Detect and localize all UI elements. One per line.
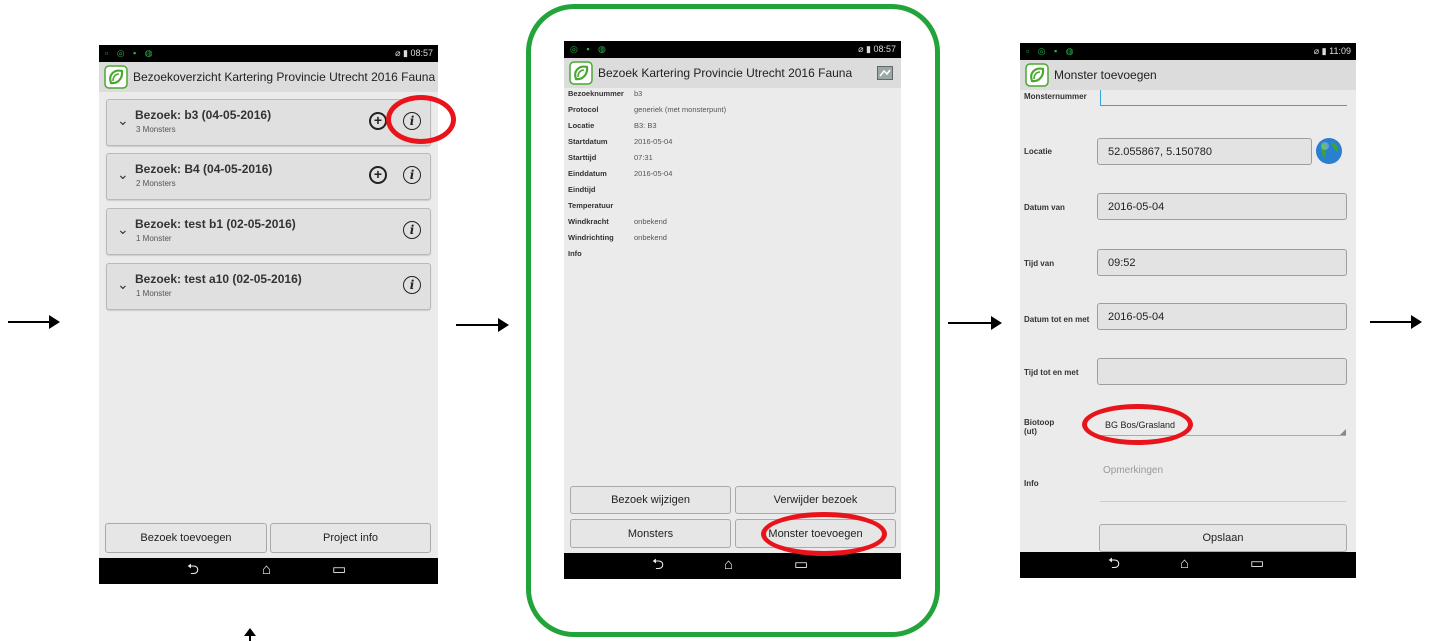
recents-icon[interactable]: ▭ [332, 562, 346, 578]
status-clock: ⌀ ▮ 08:57 [395, 48, 433, 58]
visit-title: Bezoek: B4 (04-05-2016) [135, 162, 273, 176]
home-icon[interactable]: ⌂ [262, 562, 271, 578]
delete-visit-button[interactable]: Verwijder bezoek [735, 486, 896, 514]
flow-arrow-1 [8, 315, 60, 329]
date-to-label: Datum tot en met [1024, 315, 1090, 324]
chevron-down-icon[interactable]: ⌄ [117, 166, 129, 183]
date-from-field[interactable]: 2016-05-04 [1097, 193, 1347, 220]
app-logo-icon [569, 61, 593, 85]
info-icon[interactable]: i [403, 221, 421, 239]
time-to-field[interactable] [1097, 358, 1347, 385]
sample-number-input[interactable] [1100, 90, 1347, 106]
status-bar: ▫ ◎ ▪ ◍ ⌀ ▮ 08:57 [99, 45, 438, 62]
time-to-label: Tijd tot en met [1024, 368, 1079, 377]
app-bar: Bezoekoverzicht Kartering Provincie Utre… [99, 62, 438, 92]
sample-number-label: Monsternummer [1024, 92, 1087, 101]
edit-visit-button[interactable]: Bezoek wijzigen [570, 486, 731, 514]
back-icon[interactable]: ⮌ [652, 557, 664, 573]
page-title: Monster toevoegen [1054, 68, 1157, 82]
plus-circle-icon[interactable]: + [369, 166, 387, 184]
project-info-button[interactable]: Project info [270, 523, 431, 553]
biotope-label: Biotoop (ut) [1024, 418, 1055, 436]
visit-card[interactable]: ⌄ Bezoek: test a10 (02-05-2016) 1 Monste… [106, 263, 431, 310]
recents-icon[interactable]: ▭ [794, 557, 808, 573]
visit-title: Bezoek: test b1 (02-05-2016) [135, 217, 296, 231]
add-visit-button[interactable]: Bezoek toevoegen [105, 523, 267, 553]
highlight-ring [1082, 404, 1193, 445]
nav-bar: ⮌ ⌂ ▭ [99, 558, 438, 584]
chevron-down-icon[interactable]: ⌄ [117, 221, 129, 238]
status-bar: ◎ ▪ ◍ ⌀ ▮ 08:57 [564, 41, 901, 58]
info-input[interactable]: Opmerkingen [1100, 461, 1346, 502]
location-label: Locatie [1024, 147, 1053, 156]
visit-card[interactable]: ⌄ Bezoek: test b1 (02-05-2016) 1 Monster… [106, 208, 431, 255]
nav-bar: ⮌ ⌂ ▭ [1020, 552, 1356, 578]
plus-circle-icon[interactable]: + [369, 112, 387, 130]
time-from-field[interactable]: 09:52 [1097, 249, 1347, 276]
status-time: 08:57 [410, 48, 433, 58]
visit-card[interactable]: ⌄ Bezoek: b3 (04-05-2016) 3 Monsters + i [106, 99, 431, 146]
status-time: 08:57 [873, 44, 896, 54]
flow-arrow-2 [456, 318, 509, 332]
page-title: Bezoekoverzicht Kartering Provincie Utre… [133, 70, 436, 84]
flow-arrow-4 [1370, 315, 1422, 329]
status-time: 11:09 [1329, 46, 1351, 56]
date-to-field[interactable]: 2016-05-04 [1097, 303, 1347, 330]
notification-icons: ◎ ▪ ◍ [570, 44, 609, 54]
page-title: Bezoek Kartering Provincie Utrecht 2016 … [598, 66, 853, 80]
visit-card[interactable]: ⌄ Bezoek: B4 (04-05-2016) 2 Monsters + i [106, 153, 431, 200]
app-bar: Monster toevoegen [1020, 60, 1356, 90]
app-logo-icon [104, 65, 128, 89]
samples-button[interactable]: Monsters [570, 519, 731, 548]
info-icon[interactable]: i [403, 276, 421, 294]
home-icon[interactable]: ⌂ [724, 557, 733, 573]
map-icon[interactable] [877, 66, 893, 80]
phone-add-sample: ▫ ◎ ▪ ◍ ⌀ ▮ 11:09 Monster toevoegen Mons… [1020, 43, 1356, 578]
phone-visit-details: ◎ ▪ ◍ ⌀ ▮ 08:57 Bezoek Kartering Provinc… [564, 41, 901, 579]
dropdown-corner-icon [1340, 429, 1346, 435]
recents-icon[interactable]: ▭ [1250, 556, 1264, 572]
flow-arrow-3 [948, 316, 1002, 330]
notification-icons: ▫ ◎ ▪ ◍ [105, 48, 156, 58]
chevron-down-icon[interactable]: ⌄ [117, 112, 129, 129]
visit-subtitle: 1 Monster [136, 289, 172, 298]
visit-title: Bezoek: b3 (04-05-2016) [135, 108, 272, 122]
status-bar: ▫ ◎ ▪ ◍ ⌀ ▮ 11:09 [1020, 43, 1356, 60]
date-from-label: Datum van [1024, 203, 1065, 212]
globe-icon[interactable] [1314, 136, 1344, 166]
status-clock: ⌀ ▮ 08:57 [858, 44, 896, 54]
nav-bar: ⮌ ⌂ ▭ [564, 553, 901, 579]
arrow-up-icon-head [244, 628, 256, 636]
back-icon[interactable]: ⮌ [1108, 556, 1120, 572]
home-icon[interactable]: ⌂ [1180, 556, 1189, 572]
app-logo-icon [1025, 63, 1049, 87]
back-icon[interactable]: ⮌ [187, 562, 199, 578]
visit-subtitle: 3 Monsters [136, 125, 176, 134]
info-icon[interactable]: i [403, 166, 421, 184]
highlight-ring [761, 512, 887, 556]
chevron-down-icon[interactable]: ⌄ [117, 276, 129, 293]
status-clock: ⌀ ▮ 11:09 [1313, 46, 1351, 56]
app-bar: Bezoek Kartering Provincie Utrecht 2016 … [564, 58, 901, 88]
visit-title: Bezoek: test a10 (02-05-2016) [135, 272, 302, 286]
highlight-ring [386, 95, 456, 144]
time-from-label: Tijd van [1024, 259, 1055, 268]
info-label: Info [1024, 479, 1039, 488]
save-button[interactable]: Opslaan [1099, 524, 1347, 552]
info-placeholder: Opmerkingen [1103, 465, 1164, 476]
notification-icons: ▫ ◎ ▪ ◍ [1026, 46, 1077, 56]
location-field[interactable]: 52.055867, 5.150780 [1097, 138, 1312, 165]
visit-subtitle: 2 Monsters [136, 179, 176, 188]
visit-subtitle: 1 Monster [136, 234, 172, 243]
